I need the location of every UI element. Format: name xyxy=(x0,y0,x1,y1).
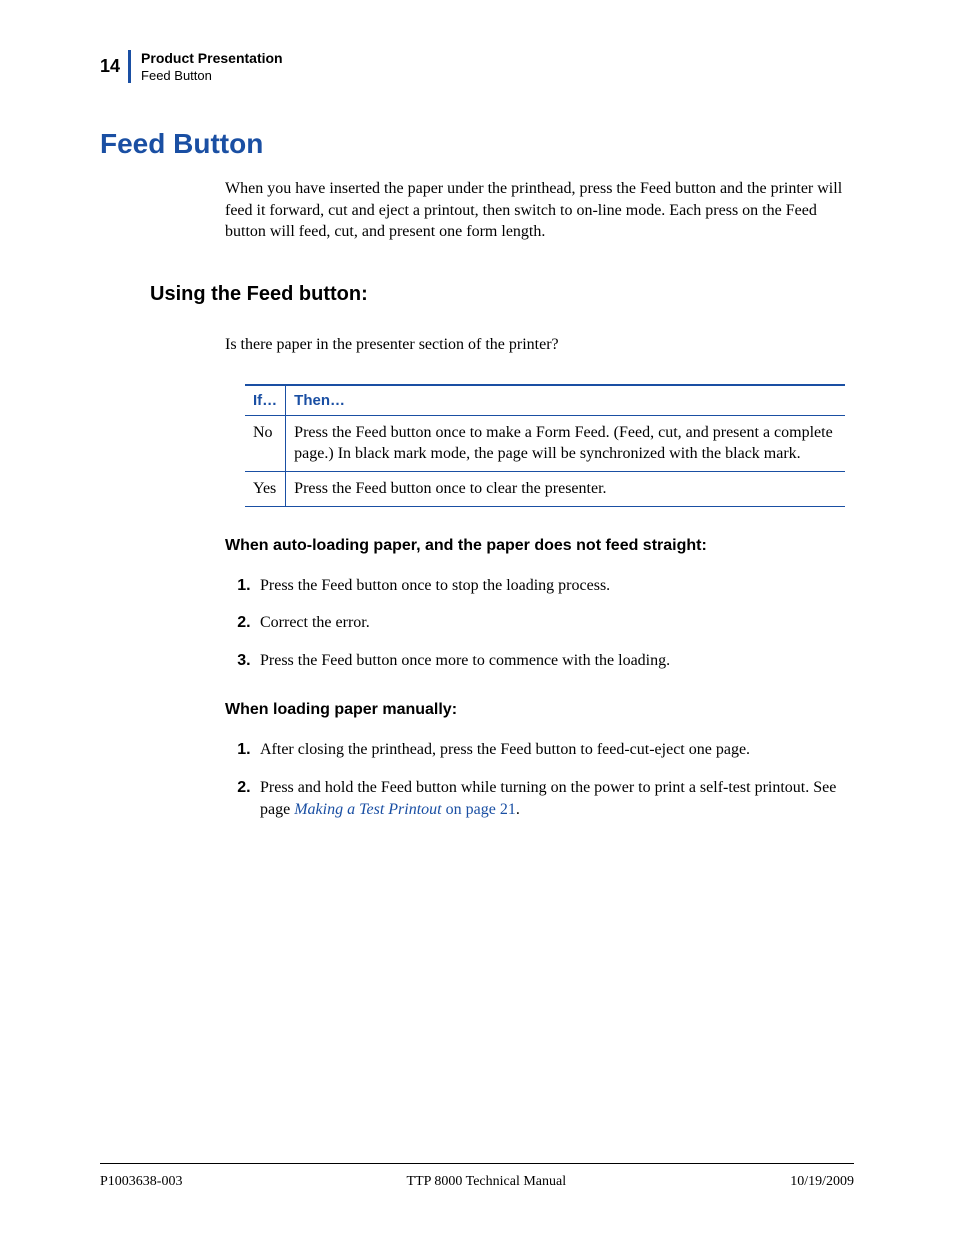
page-number: 14 xyxy=(100,56,128,77)
running-header: 14 Product Presentation Feed Button xyxy=(100,50,854,83)
cell-then: Press the Feed button once to make a For… xyxy=(286,415,845,471)
chapter-name: Product Presentation xyxy=(141,50,283,66)
table-header-if: If… xyxy=(245,385,286,416)
footer-doc-title: TTP 8000 Technical Manual xyxy=(407,1174,567,1190)
subsection-heading: Using the Feed button: xyxy=(150,283,854,306)
table-header-then: Then… xyxy=(286,385,845,416)
table-row: Yes Press the Feed button once to clear … xyxy=(245,471,845,506)
section-name: Feed Button xyxy=(141,68,283,83)
if-then-table: If… Then… No Press the Feed button once … xyxy=(245,384,845,507)
question-text: Is there paper in the presenter section … xyxy=(225,336,854,354)
cross-reference-page[interactable]: on page 21 xyxy=(442,801,516,818)
list-item: Press the Feed button once more to comme… xyxy=(255,650,854,672)
footer-date: 10/19/2009 xyxy=(790,1174,854,1190)
intro-paragraph: When you have inserted the paper under t… xyxy=(225,178,849,243)
header-divider: Product Presentation Feed Button xyxy=(128,50,283,83)
steps-auto-load: Press the Feed button once to stop the l… xyxy=(225,575,854,672)
list-item: Press the Feed button once to stop the l… xyxy=(255,575,854,597)
cell-then: Press the Feed button once to clear the … xyxy=(286,471,845,506)
list-item: Press and hold the Feed button while tur… xyxy=(255,777,854,820)
page-title: Feed Button xyxy=(100,128,854,160)
list-item: Correct the error. xyxy=(255,612,854,634)
list-item: After closing the printhead, press the F… xyxy=(255,739,854,761)
table-row: No Press the Feed button once to make a … xyxy=(245,415,845,471)
cell-if: Yes xyxy=(245,471,286,506)
steps-manual-load: After closing the printhead, press the F… xyxy=(225,739,854,820)
subheading-auto-load: When auto-loading paper, and the paper d… xyxy=(225,537,854,555)
cross-reference-link[interactable]: Making a Test Printout xyxy=(294,801,441,818)
page-footer: P1003638-003 TTP 8000 Technical Manual 1… xyxy=(100,1163,854,1190)
footer-doc-id: P1003638-003 xyxy=(100,1174,182,1190)
step-text-post: . xyxy=(516,801,520,818)
subheading-manual-load: When loading paper manually: xyxy=(225,701,854,719)
footer-rule xyxy=(100,1163,854,1164)
cell-if: No xyxy=(245,415,286,471)
